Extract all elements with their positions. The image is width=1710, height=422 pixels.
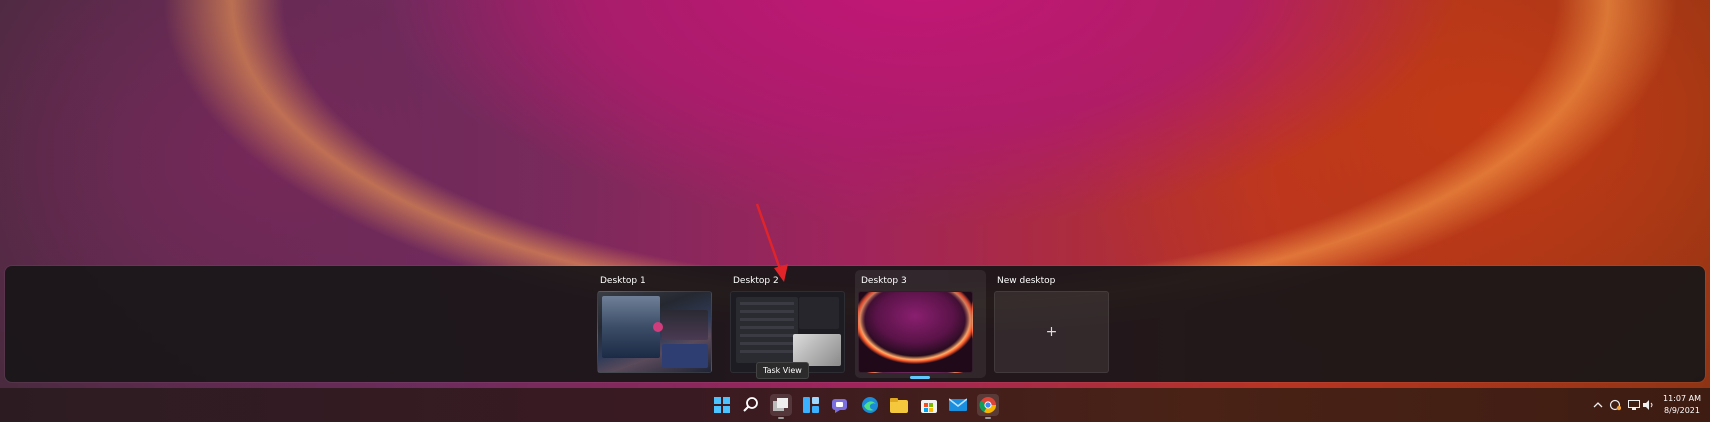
chrome-icon[interactable]: [977, 394, 999, 419]
sync-icon[interactable]: [1608, 395, 1622, 415]
clock-time: 11:07 AM: [1663, 394, 1701, 403]
task-view-tooltip: Task View: [756, 362, 809, 379]
teams-chat-icon[interactable]: [829, 394, 851, 416]
task-view-icon[interactable]: [770, 394, 792, 419]
edge-icon[interactable]: [859, 394, 881, 416]
taskbar: 11:07 AM 8/9/2021: [0, 388, 1710, 422]
clock-date: 8/9/2021: [1664, 406, 1700, 415]
store-icon[interactable]: [918, 394, 940, 416]
file-explorer-icon[interactable]: [888, 394, 910, 416]
chevron-up-icon[interactable]: [1592, 395, 1604, 415]
windows-start-icon[interactable]: [711, 394, 733, 416]
network-icon[interactable]: [1627, 395, 1641, 415]
system-clock[interactable]: 11:07 AM 8/9/2021: [1656, 393, 1708, 417]
volume-icon[interactable]: [1642, 395, 1656, 415]
widgets-icon[interactable]: [800, 394, 822, 416]
mail-icon[interactable]: [947, 394, 969, 416]
search-icon[interactable]: [740, 394, 762, 416]
annotation-arrow: [755, 203, 788, 282]
